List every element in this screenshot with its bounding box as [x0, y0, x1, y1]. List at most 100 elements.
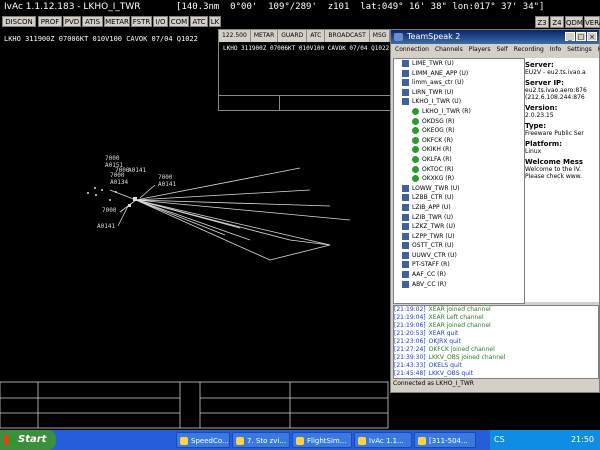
maximize-icon[interactable]: □ [576, 32, 586, 41]
datablock-alt[interactable]: A0141 [128, 167, 146, 174]
channel-row[interactable]: LZPP_TWR (U) [394, 232, 524, 242]
button-vera[interactable]: VERA [584, 16, 600, 28]
info-heading: Server IP: [525, 79, 564, 87]
menu-item-self[interactable]: Self [497, 44, 508, 56]
channel-icon [402, 88, 409, 96]
toolbar-button-io[interactable]: I/O [153, 16, 168, 27]
start-button[interactable]: Start [0, 430, 56, 450]
channel-row[interactable]: LOWW_TWR (U) [394, 184, 524, 194]
menu-item-settings[interactable]: Settings [567, 44, 592, 56]
channel-row[interactable]: LZIB_APP (U) [394, 203, 524, 213]
toolbar-button-atc[interactable]: ATC [190, 16, 208, 27]
log-message: XEAR quit [428, 330, 459, 337]
log-timestamp: [21:20:53] [394, 330, 426, 337]
player-row[interactable]: OKEOG (R) [394, 126, 524, 136]
channel-row[interactable]: LIME_TWR (U) [394, 59, 524, 69]
button-qdm[interactable]: QDM [565, 16, 583, 28]
toolbar-button-metar[interactable]: METAR [104, 16, 130, 27]
menu-item-channels[interactable]: Channels [435, 44, 463, 56]
toolbar-button-atis[interactable]: ATIS [82, 16, 103, 27]
channel-row[interactable]: LIRN_TWR (U) [394, 88, 524, 98]
datablocks: 7000 A0151 7000 A0141 7000 A0134 7000 A0… [97, 155, 176, 230]
channel-row[interactable]: UUWV_CTR (U) [394, 251, 524, 261]
channel-name: OSTT_CTR (U) [412, 242, 454, 250]
button-z3[interactable]: Z3 [535, 16, 549, 28]
channel-row[interactable]: LKHO_I_TWR (U) [394, 97, 524, 107]
datablock-alt[interactable]: A0141 [158, 181, 176, 188]
cursor-info-readout: [140.3nm 0°00' 109°/289' z101 lat:049° 1… [176, 2, 545, 12]
menu-item-players[interactable]: Players [469, 44, 491, 56]
player-row[interactable]: LKHO_I_TWR (R) [394, 107, 524, 117]
channel-icon [402, 251, 409, 259]
menu-item-recording[interactable]: Recording [514, 44, 544, 56]
channel-name: LIME_TWR (U) [412, 60, 454, 67]
player-row[interactable]: OKLFA (R) [394, 155, 524, 165]
datablock-alt[interactable]: A0134 [110, 179, 128, 186]
log-row: [21:43:33] OKELS quit [394, 362, 598, 370]
player-icon [412, 165, 419, 173]
comms-metar-text: LKHO 311900Z 07006KT 010V100 CAVOK 07/04… [223, 45, 390, 52]
player-row[interactable]: OKXKG (R) [394, 174, 524, 184]
channel-name: LZPP_TWR (U) [412, 232, 455, 240]
menu-item-connection[interactable]: Connection [395, 44, 429, 56]
tab-frequency[interactable]: 122.500 [219, 30, 251, 42]
channel-row[interactable]: AAF_CC (R) [394, 270, 524, 280]
player-name: OKDSG (R) [422, 117, 455, 125]
toolbar-button-prof[interactable]: PROF [38, 16, 62, 27]
log-message: OKJRX quit [428, 338, 461, 345]
tab-atc[interactable]: ATC [307, 30, 326, 42]
player-row[interactable]: OKIKH (R) [394, 145, 524, 155]
log-timestamp: [21:39:30] [394, 354, 426, 361]
tab-broadcast[interactable]: BROADCAST [325, 30, 370, 42]
channel-row[interactable]: limm_aws_ctr (U) [394, 78, 524, 88]
taskbar-item-ivac[interactable]: IvAc 1.1... [354, 432, 412, 448]
start-label: Start [18, 434, 47, 445]
player-row[interactable]: OKFCK (R) [394, 136, 524, 146]
toolbar-button-pvd[interactable]: PVD [63, 16, 81, 27]
log-row: [21:48:05]158719 joined channel [394, 378, 598, 379]
info-value: EU2V - eu2.ts.ivao.a [525, 69, 586, 76]
info-value: Welcome to the IV. Please check www. [525, 166, 582, 180]
minimize-icon[interactable]: _ [565, 32, 575, 41]
comms-divider-vertical [279, 96, 280, 110]
button-z4[interactable]: Z4 [550, 16, 564, 28]
close-icon[interactable]: × [587, 32, 597, 41]
player-row[interactable]: OKTOC (R) [394, 165, 524, 175]
datablock-alt[interactable]: 7000 [105, 155, 120, 162]
channel-row[interactable]: OSTT_CTR (U) [394, 241, 524, 251]
app-icon [296, 437, 304, 445]
datablock-alt[interactable]: 7000 [110, 172, 125, 179]
app-icon [236, 437, 244, 445]
channel-icon [402, 69, 409, 77]
channel-row[interactable]: ABV_CC (R) [394, 280, 524, 290]
channel-name: LIMM_ANE_APP (U) [412, 69, 469, 77]
menu-item-info[interactable]: Info [550, 44, 561, 56]
toolbar-button-lk[interactable]: LK [209, 16, 221, 27]
channel-row[interactable]: LZIB_TWR (U) [394, 213, 524, 223]
info-heading: Platform: [525, 140, 562, 148]
channel-tree[interactable]: LIME_TWR (U) LIMM_ANE_APP (U) limm_aws_ctr… [393, 58, 525, 304]
channel-row[interactable]: PT-STAFF (R) [394, 260, 524, 270]
channel-name: LZBB_CTR (U) [412, 194, 454, 202]
taskbar-item-311-504[interactable]: [311-504... [414, 432, 476, 448]
taskbar-item-sto-zvi[interactable]: 7. Sto zvi... [232, 432, 290, 448]
player-row[interactable]: OKDSG (R) [394, 117, 524, 127]
toolbar-button-discon[interactable]: DISCON [2, 16, 36, 27]
taskbar-item-speedco[interactable]: SpeedCo... [176, 432, 230, 448]
teamspeak-icon [394, 33, 403, 41]
language-indicator[interactable]: CS [494, 435, 505, 444]
toolbar-button-fstr[interactable]: FSTR [131, 16, 152, 27]
datablock-alt[interactable]: 7000 [158, 174, 173, 181]
teamspeak-title-bar[interactable]: TeamSpeak 2 _ □ × [391, 30, 599, 44]
toolbar-button-com[interactable]: COM [169, 16, 189, 27]
datablock-alt[interactable]: 7000 [102, 207, 117, 214]
channel-row[interactable]: LZKZ_TWR (U) [394, 222, 524, 232]
tab-guard[interactable]: GUARD [278, 30, 308, 42]
tab-metar[interactable]: METAR [251, 30, 279, 42]
player-name: OKLFA (R) [422, 155, 452, 163]
datablock-alt[interactable]: A0141 [97, 223, 115, 230]
channel-row[interactable]: LIMM_ANE_APP (U) [394, 69, 524, 79]
taskbar-item-flightsim[interactable]: FlightSim... [292, 432, 352, 448]
channel-row[interactable]: LZBB_CTR (U) [394, 193, 524, 203]
tab-msg[interactable]: MSG [370, 30, 391, 42]
